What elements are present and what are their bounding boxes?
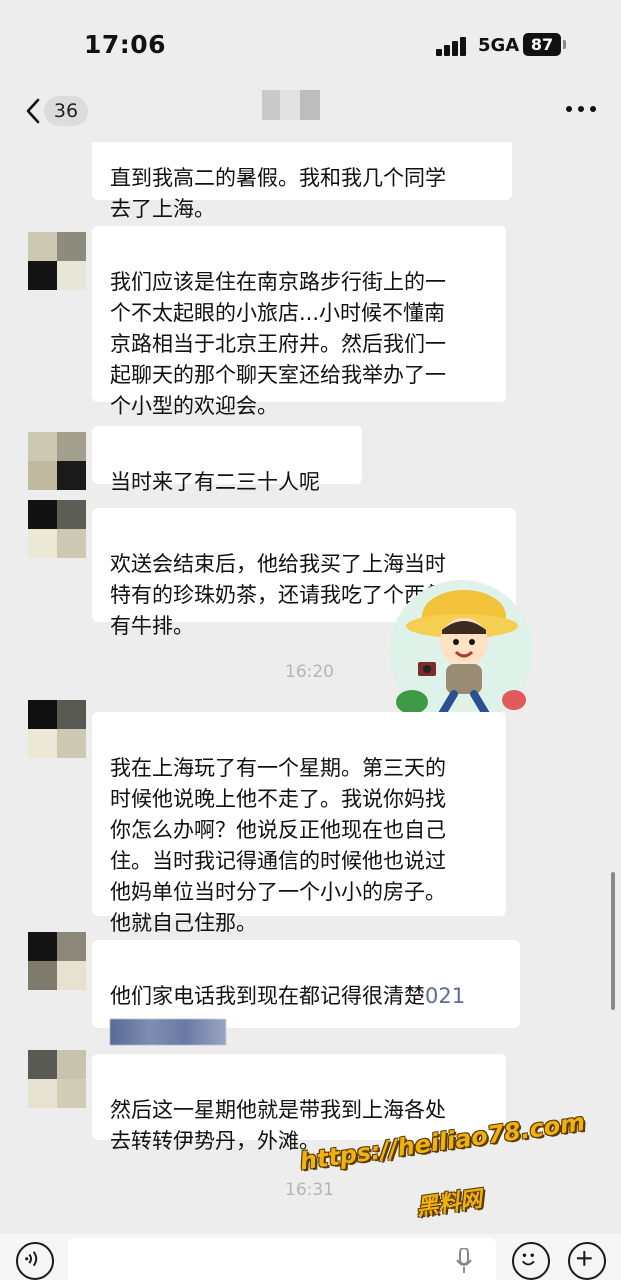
microphone-icon[interactable]: [455, 1248, 473, 1274]
message-bubble[interactable]: 我在上海玩了有一个星期。第三天的 时候他说晚上他不走了。我说你妈找 你怎么办啊？…: [92, 712, 506, 935]
avatar[interactable]: [28, 932, 86, 990]
avatar[interactable]: [28, 700, 86, 758]
emoji-icon[interactable]: [512, 1242, 550, 1280]
status-bar: 17:06 5GA 87: [0, 0, 621, 86]
avatar[interactable]: [28, 432, 86, 490]
unread-count-badge[interactable]: 36: [44, 96, 88, 126]
chat-title-blurred: [262, 90, 320, 120]
message-bubble[interactable]: 他们家电话我到现在都记得很清楚021: [92, 940, 520, 1045]
timestamp: 16:20: [285, 662, 334, 682]
scrollbar-thumb[interactable]: [611, 872, 615, 1010]
more-options-icon[interactable]: [566, 106, 596, 114]
avatar[interactable]: [28, 232, 86, 290]
input-bar: [0, 1234, 621, 1280]
status-time: 17:06: [84, 30, 167, 59]
message-input[interactable]: [68, 1238, 496, 1280]
message-text: 我们应该是住在南京路步行街上的一 个不太起眼的小旅店...小时候不懂南 京路相当…: [110, 270, 446, 418]
message-bubble[interactable]: 当时来了有二三十人呢: [92, 426, 362, 494]
cartoon-sticker-image: [389, 580, 533, 724]
signal-icon: [436, 36, 470, 56]
battery-tip: [563, 40, 566, 49]
voice-icon[interactable]: [16, 1242, 54, 1280]
watermark-name: 黑料网: [414, 1186, 484, 1221]
timestamp: 16:31: [285, 1180, 334, 1200]
message-text: 他们家电话我到现在都记得很清楚: [110, 984, 425, 1008]
add-attachment-icon[interactable]: [568, 1242, 606, 1280]
network-type: 5GA: [478, 35, 520, 56]
avatar[interactable]: [28, 500, 86, 558]
message-text: 我在上海玩了有一个星期。第三天的 时候他说晚上他不走了。我说你妈找 你怎么办啊？…: [110, 756, 446, 935]
avatar[interactable]: [28, 1050, 86, 1108]
message-text: 当时来了有二三十人呢: [110, 470, 320, 494]
phone-number-prefix: 021: [425, 984, 466, 1008]
battery-icon: 87: [523, 33, 561, 56]
phone-number-blurred: [110, 1016, 504, 1047]
header-mask: [0, 128, 621, 142]
message-text: 直到我高二的暑假。我和我几个同学 去了上海。: [110, 166, 446, 221]
message-bubble[interactable]: 我们应该是住在南京路步行街上的一 个不太起眼的小旅店...小时候不懂南 京路相当…: [92, 226, 506, 418]
